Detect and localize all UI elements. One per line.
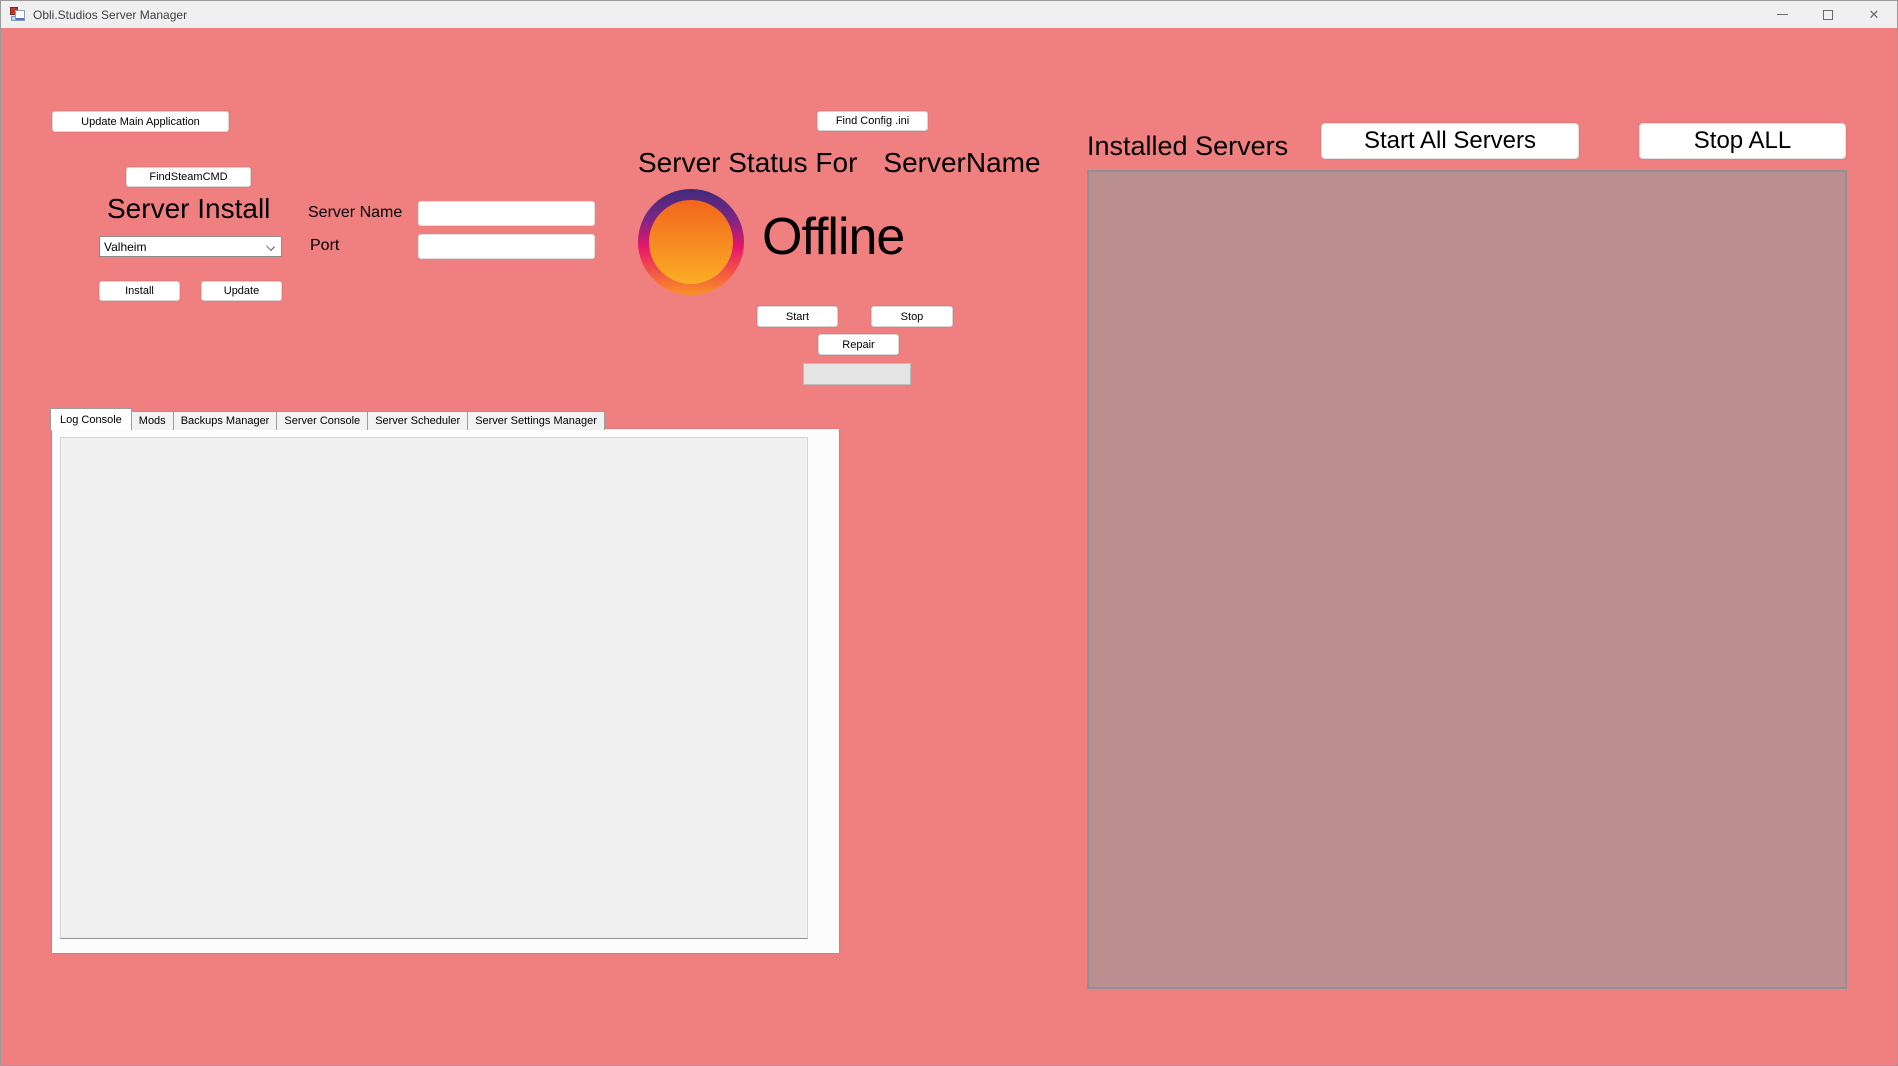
close-icon: ✕: [1869, 8, 1880, 21]
server-status-text: Offline: [762, 207, 904, 267]
maximize-icon: [1823, 10, 1833, 20]
progress-bar: [803, 363, 911, 385]
minimize-icon: [1777, 14, 1788, 15]
chevron-down-icon: [266, 242, 275, 251]
install-button[interactable]: Install: [99, 281, 180, 301]
titlebar: Obli.Studios Server Manager ✕: [1, 1, 1897, 28]
server-name-label: Server Name: [308, 204, 402, 222]
tab-strip: Log Console Mods Backups Manager Server …: [51, 408, 605, 430]
server-name-input[interactable]: [418, 201, 595, 226]
server-status-heading-prefix: Server Status For: [638, 147, 857, 178]
stop-button[interactable]: Stop: [871, 306, 953, 327]
update-button[interactable]: Update: [201, 281, 282, 301]
tab-mods[interactable]: Mods: [131, 411, 174, 430]
update-main-application-button[interactable]: Update Main Application: [52, 111, 229, 132]
find-config-ini-button[interactable]: Find Config .ini: [817, 111, 928, 131]
tab-page-log-console: [52, 429, 839, 953]
maximize-button[interactable]: [1805, 1, 1851, 28]
port-input[interactable]: [418, 234, 595, 259]
server-status-server-name: ServerName: [883, 147, 1040, 178]
find-steamcmd-button[interactable]: FindSteamCMD: [126, 167, 251, 187]
server-status-heading: Server Status For ServerName: [638, 147, 1041, 179]
minimize-button[interactable]: [1759, 1, 1805, 28]
window-title: Obli.Studios Server Manager: [33, 8, 187, 22]
installed-servers-title: Installed Servers: [1087, 131, 1288, 162]
installed-servers-listbox[interactable]: [1087, 170, 1847, 989]
port-label: Port: [310, 237, 339, 255]
tab-backups-manager[interactable]: Backups Manager: [173, 411, 278, 430]
server-status-indicator-inner: [649, 200, 733, 284]
tab-server-settings-manager[interactable]: Server Settings Manager: [467, 411, 605, 430]
game-select-dropdown[interactable]: Valheim: [99, 236, 282, 257]
app-icon: [10, 7, 25, 22]
stop-all-button[interactable]: Stop ALL: [1639, 123, 1846, 159]
tab-log-console[interactable]: Log Console: [50, 408, 132, 430]
server-install-title: Server Install: [107, 193, 270, 225]
start-all-servers-button[interactable]: Start All Servers: [1321, 123, 1579, 159]
close-button[interactable]: ✕: [1851, 1, 1897, 28]
start-button[interactable]: Start: [757, 306, 838, 327]
repair-button[interactable]: Repair: [818, 334, 899, 355]
tab-server-console[interactable]: Server Console: [276, 411, 368, 430]
tab-server-scheduler[interactable]: Server Scheduler: [367, 411, 468, 430]
game-select-value: Valheim: [104, 240, 146, 254]
server-status-indicator-icon: [638, 189, 744, 295]
log-console-textbox[interactable]: [60, 437, 808, 939]
